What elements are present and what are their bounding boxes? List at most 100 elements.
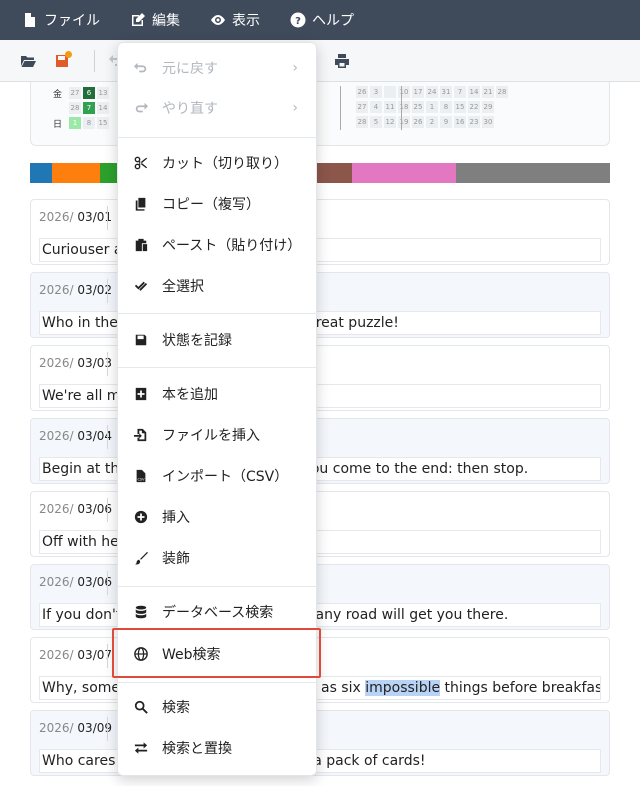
chevron-right-icon: ›	[292, 100, 298, 116]
color-segment[interactable]	[456, 163, 610, 183]
menu-item-cut[interactable]: カット（切り取り）	[118, 146, 318, 180]
calendar-cell[interactable]: 1	[426, 101, 438, 113]
color-segment[interactable]	[52, 163, 100, 183]
menu-item-db-search[interactable]: データベース検索	[118, 595, 318, 629]
entry-date: 2026/ 03/02	[39, 283, 112, 297]
calendar-cell[interactable]: 23	[468, 116, 480, 128]
color-segment[interactable]	[352, 163, 456, 183]
entry-year: 2026/	[39, 502, 74, 516]
calendar-cell[interactable]: 24	[426, 86, 438, 98]
calendar-cell[interactable]: 8	[440, 101, 452, 113]
calendar-row-sun: 日 1 8 15	[53, 116, 111, 130]
calendar-cell[interactable]: 29	[482, 101, 494, 113]
calendar-cell[interactable]: 6	[83, 87, 95, 99]
menu-help-label: ヘルプ	[312, 13, 354, 29]
calendar-right-row-2: 28 5 12 19 26 2 9 16 23 30	[356, 116, 496, 128]
calendar-cell[interactable]: 3	[370, 86, 382, 98]
calendar-cell[interactable]: 10	[398, 86, 410, 98]
calendar-cell[interactable]: 9	[440, 116, 452, 128]
entry-date: 2026/ 03/07	[39, 648, 112, 662]
calendar-cell[interactable]: 13	[97, 87, 109, 99]
color-segment[interactable]	[30, 163, 52, 183]
menu-item-insert[interactable]: 挿入	[118, 500, 318, 534]
calendar-cell[interactable]: 11	[384, 101, 396, 113]
swap-arrows-icon	[134, 742, 148, 754]
menu-edit[interactable]: 編集	[130, 10, 180, 30]
calendar-cell[interactable]: 21	[482, 86, 494, 98]
color-segment[interactable]	[100, 163, 118, 183]
menu-item-save-state[interactable]: 状態を記録	[118, 323, 318, 357]
entry-year: 2026/	[39, 283, 74, 297]
print-icon	[335, 53, 349, 68]
calendar-cell[interactable]: 14	[468, 86, 480, 98]
date-separator	[107, 571, 108, 595]
save-button[interactable]	[50, 49, 74, 73]
calendar-cell[interactable]: 5	[370, 116, 382, 128]
calendar-cell[interactable]: 8	[83, 117, 95, 129]
redo-icon	[135, 102, 148, 113]
calendar-cell[interactable]: 27	[69, 87, 81, 99]
search-icon	[134, 700, 148, 714]
selected-text-highlight: impossible	[365, 680, 441, 696]
calendar-cell[interactable]: 19	[398, 116, 410, 128]
calendar-cell[interactable]: 18	[398, 101, 410, 113]
calendar-right-row-0: 26 3 10 17 24 31 7 14 21 28	[356, 86, 510, 98]
calendar-cell[interactable]: 7	[454, 86, 466, 98]
date-separator	[107, 352, 108, 376]
date-separator	[107, 279, 108, 303]
menu-help[interactable]: ? ヘルプ	[290, 10, 354, 30]
menu-item-insert-file[interactable]: ファイルを挿入	[118, 418, 318, 452]
menu-view[interactable]: 表示	[210, 10, 260, 30]
calendar-cell[interactable]: 15	[454, 101, 466, 113]
entry-year: 2026/	[39, 721, 74, 735]
print-button[interactable]	[330, 49, 354, 73]
calendar-cell[interactable]: 22	[468, 101, 480, 113]
scissors-icon	[134, 156, 148, 170]
calendar-cell[interactable]: 28	[69, 102, 81, 114]
open-folder-button[interactable]	[16, 49, 40, 73]
calendar-cell[interactable]	[384, 86, 396, 98]
menu-divider	[118, 682, 318, 683]
calendar-cell[interactable]: 14	[97, 102, 109, 114]
calendar-cell[interactable]: 30	[482, 116, 494, 128]
menu-item-copy[interactable]: コピー（複写）	[118, 187, 318, 221]
menu-item-add-book[interactable]: 本を追加	[118, 377, 318, 411]
menu-item-undo-label: 元に戻す	[162, 61, 218, 77]
menu-edit-label: 編集	[152, 13, 180, 29]
date-separator	[107, 425, 108, 449]
menu-item-import-csv[interactable]: CSV インポート（CSV）	[118, 459, 318, 493]
calendar-cell[interactable]: 16	[454, 116, 466, 128]
menu-item-search-replace-label: 検索と置換	[162, 741, 232, 757]
calendar-cell[interactable]: 1	[69, 117, 81, 129]
calendar-cell[interactable]: 15	[97, 117, 109, 129]
calendar-cell[interactable]: 12	[384, 116, 396, 128]
calendar-cell[interactable]: 7	[83, 102, 95, 114]
menu-item-decorate[interactable]: 装飾	[118, 541, 318, 575]
menu-item-cut-label: カット（切り取り）	[162, 156, 288, 172]
calendar-cell[interactable]: 26	[356, 86, 368, 98]
calendar-cell[interactable]: 27	[356, 101, 368, 113]
calendar-day-label: 日	[53, 119, 63, 130]
calendar-cell[interactable]: 26	[412, 116, 424, 128]
menu-item-select-all[interactable]: 全選択	[118, 269, 318, 303]
menu-item-search[interactable]: 検索	[118, 690, 318, 724]
calendar-cell[interactable]: 28	[496, 86, 508, 98]
book-plus-icon	[135, 387, 147, 401]
calendar-cell[interactable]: 28	[356, 116, 368, 128]
menu-item-paste[interactable]: ペースト（貼り付け）	[118, 228, 318, 262]
menu-item-web-search[interactable]: Web検索	[118, 637, 318, 671]
calendar-cell[interactable]: 25	[412, 101, 424, 113]
menu-item-decorate-label: 装飾	[162, 551, 190, 567]
save-icon	[135, 334, 147, 346]
calendar-row-sat: 28 7 14	[53, 101, 111, 115]
calendar-cell[interactable]: 2	[426, 116, 438, 128]
calendar-cell[interactable]: 4	[370, 101, 382, 113]
undo-icon	[134, 62, 147, 73]
menu-file-label: ファイル	[44, 13, 100, 29]
calendar-cell[interactable]: 17	[412, 86, 424, 98]
menu-file[interactable]: ファイル	[22, 10, 100, 30]
menu-item-redo[interactable]: やり直す ›	[118, 91, 318, 125]
menu-item-undo[interactable]: 元に戻す ›	[118, 51, 318, 85]
calendar-cell[interactable]: 31	[440, 86, 452, 98]
menu-item-search-replace[interactable]: 検索と置換	[118, 731, 318, 765]
